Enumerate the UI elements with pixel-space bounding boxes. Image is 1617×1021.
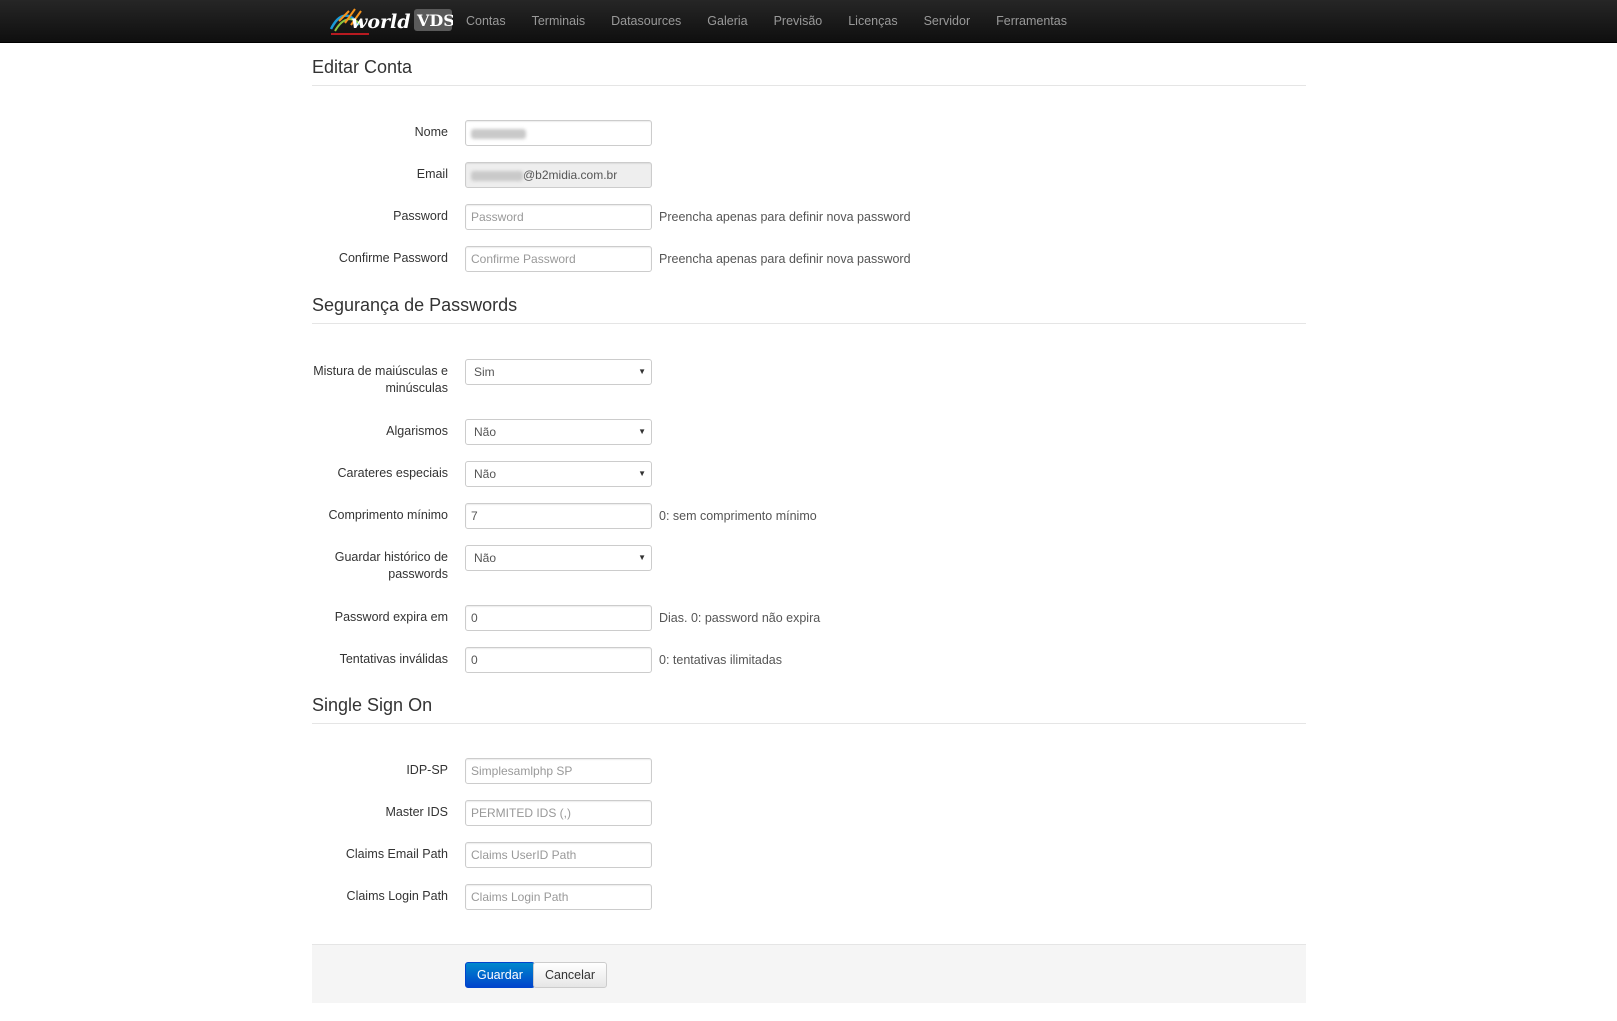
top-navbar: world VDS Contas Terminais Datasources G… xyxy=(0,0,1617,43)
attempts-help: 0: tentativas ilimitadas xyxy=(659,653,782,667)
master-ids-label: Master IDS xyxy=(385,805,448,819)
expire-help: Dias. 0: password não expira xyxy=(659,611,821,625)
main-nav: Contas Terminais Datasources Galeria Pre… xyxy=(453,0,1080,43)
password-input[interactable] xyxy=(465,204,652,230)
digits-label: Algarismos xyxy=(386,424,448,438)
nome-label: Nome xyxy=(414,125,448,139)
confirm-password-label: Confirme Password xyxy=(338,251,448,265)
nav-terminais[interactable]: Terminais xyxy=(519,0,599,43)
section-title-account: Editar Conta xyxy=(312,43,1306,86)
mixcase-select[interactable]: Sim ▼ xyxy=(465,359,652,385)
history-label: Guardar histórico de passwords xyxy=(334,550,448,581)
claims-email-input[interactable] xyxy=(465,842,652,868)
mixcase-label: Mistura de maiúsculas e minúsculas xyxy=(313,364,448,395)
chevron-down-icon: ▼ xyxy=(638,367,646,376)
chevron-down-icon: ▼ xyxy=(638,469,646,478)
chevron-down-icon: ▼ xyxy=(638,553,646,562)
claims-login-label: Claims Login Path xyxy=(346,889,448,903)
special-select[interactable]: Não ▼ xyxy=(465,461,652,487)
expire-label: Password expira em xyxy=(334,610,448,624)
history-select[interactable]: Não ▼ xyxy=(465,545,652,571)
nome-input[interactable] xyxy=(465,120,652,146)
nav-servidor[interactable]: Servidor xyxy=(911,0,984,43)
confirm-password-help: Preencha apenas para definir nova passwo… xyxy=(659,252,911,266)
form-container: Editar Conta Nome Email @b2midia.com.br … xyxy=(312,43,1306,1003)
password-label: Password xyxy=(393,209,448,223)
minlen-label: Comprimento mínimo xyxy=(328,508,448,522)
master-ids-input[interactable] xyxy=(465,800,652,826)
minlen-input[interactable] xyxy=(465,503,652,529)
confirm-password-input[interactable] xyxy=(465,246,652,272)
special-label: Carateres especiais xyxy=(337,466,448,480)
nav-previsao[interactable]: Previsão xyxy=(761,0,836,43)
password-help: Preencha apenas para definir nova passwo… xyxy=(659,210,911,224)
history-value: Não xyxy=(474,551,497,565)
claims-login-input[interactable] xyxy=(465,884,652,910)
svg-text:world: world xyxy=(351,11,411,33)
digits-value: Não xyxy=(474,425,497,439)
attempts-label: Tentativas inválidas xyxy=(339,652,448,666)
claims-email-label: Claims Email Path xyxy=(345,847,448,861)
save-button[interactable]: Guardar xyxy=(465,962,535,988)
mixcase-value: Sim xyxy=(474,365,495,379)
nav-licencas[interactable]: Licenças xyxy=(835,0,910,43)
attempts-input[interactable] xyxy=(465,647,652,673)
nav-ferramentas[interactable]: Ferramentas xyxy=(983,0,1080,43)
email-input[interactable]: @b2midia.com.br xyxy=(465,162,652,188)
brand-logo[interactable]: world VDS xyxy=(329,3,453,39)
redacted-name xyxy=(471,128,526,139)
redacted-email-user xyxy=(471,170,523,181)
nav-datasources[interactable]: Datasources xyxy=(598,0,694,43)
section-title-security: Segurança de Passwords xyxy=(312,281,1306,324)
nav-contas[interactable]: Contas xyxy=(453,0,519,43)
email-label: Email xyxy=(416,167,448,181)
chevron-down-icon: ▼ xyxy=(638,427,646,436)
idp-input[interactable] xyxy=(465,758,652,784)
section-title-sso: Single Sign On xyxy=(312,681,1306,724)
cancel-button[interactable]: Cancelar xyxy=(533,962,608,988)
digits-select[interactable]: Não ▼ xyxy=(465,419,652,445)
nav-galeria[interactable]: Galeria xyxy=(694,0,760,43)
email-domain: @b2midia.com.br xyxy=(523,168,618,182)
idp-label: IDP-SP xyxy=(406,763,448,777)
minlen-help: 0: sem comprimento mínimo xyxy=(659,509,817,523)
expire-input[interactable] xyxy=(465,605,652,631)
form-actions: Guardar Cancelar xyxy=(312,944,1306,1003)
svg-text:VDS: VDS xyxy=(416,11,453,30)
special-value: Não xyxy=(474,467,497,481)
